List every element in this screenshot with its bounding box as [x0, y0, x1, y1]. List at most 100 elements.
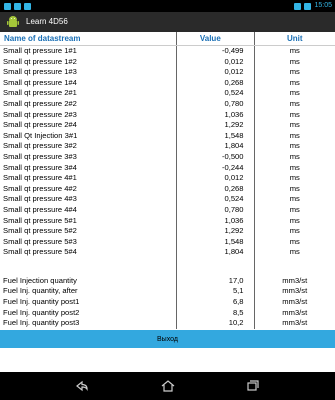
row-unit: ms	[253, 109, 335, 121]
back-icon[interactable]	[74, 378, 90, 394]
table-row: Small qt pressure 4#2 0,268 ms	[0, 183, 335, 195]
row-unit: mm3/st	[253, 275, 335, 287]
row-unit: ms	[253, 215, 335, 227]
table-row: Small qt pressure 4#4 0,780 ms	[0, 204, 335, 216]
row-name: Small qt pressure 4#3	[3, 194, 77, 204]
row-unit: mm3/st	[253, 297, 335, 308]
row-name: Small qt pressure 1#1	[3, 46, 77, 55]
android-app-icon[interactable]	[6, 15, 20, 29]
table-row: Small Qt Injection 3#1 1,548 ms	[0, 130, 335, 142]
row-name: Small qt pressure 5#1	[3, 215, 77, 225]
row-value: -0,244	[176, 162, 254, 174]
row-value: 1,292	[176, 226, 254, 237]
row-name: Small qt pressure 3#2	[3, 141, 77, 151]
table-row: Small qt pressure 5#3 1,548 ms	[0, 236, 335, 248]
table-row: Small qt pressure 5#2 1,292 ms	[0, 226, 335, 237]
wifi-icon	[294, 2, 302, 10]
row-value: 0,012	[176, 173, 254, 184]
table-row: Small qt pressure 4#3 0,524 ms	[0, 194, 335, 205]
row-unit: ms	[253, 162, 335, 174]
row-name: Small qt pressure 3#3	[3, 151, 77, 161]
table-row: Fuel Injection quantity 17,0 mm3/st	[0, 275, 335, 287]
table-row: Small qt pressure 4#1 0,012 ms	[0, 173, 335, 184]
row-value: 1,036	[176, 215, 254, 227]
row-unit: mm3/st	[253, 318, 335, 329]
row-unit: mm3/st	[253, 307, 335, 319]
row-value: 0,780	[176, 204, 254, 216]
row-unit: ms	[253, 141, 335, 152]
row-unit: mm3/st	[253, 286, 335, 298]
datastream-table: Name of datastream Value Unit Small qt p…	[0, 32, 335, 329]
recent-apps-icon[interactable]	[245, 378, 261, 394]
table-row: Small qt pressure 1#2 0,012 ms	[0, 56, 335, 68]
row-value: 0,012	[176, 56, 254, 68]
row-unit: ms	[253, 194, 335, 205]
row-unit: ms	[253, 67, 335, 78]
row-value: 10,2	[176, 318, 254, 329]
table-row: Small qt pressure 2#3 1,036 ms	[0, 109, 335, 121]
table-row: Small qt pressure 2#4 1,292 ms	[0, 120, 335, 131]
row-value: 0,524	[176, 88, 254, 99]
table-row: Fuel Inj. quantity, after 5,1 mm3/st	[0, 286, 335, 298]
row-name: Small qt pressure 1#2	[3, 56, 77, 66]
header-unit: Unit	[253, 32, 335, 46]
row-name: Fuel Inj. quantity post2	[3, 307, 80, 317]
table-row: Small qt pressure 1#3 0,012 ms	[0, 67, 335, 78]
table-row: Small qt pressure 2#2 0,780 ms	[0, 98, 335, 110]
row-name: Small qt pressure 5#4	[3, 247, 77, 257]
row-value: -0,499	[176, 45, 254, 57]
row-name: Small qt pressure 2#3	[3, 109, 77, 119]
table-row: Small qt pressure 1#1 -0,499 ms	[0, 45, 335, 57]
row-value: 0,780	[176, 98, 254, 110]
row-name: Small qt pressure 3#4	[3, 162, 77, 172]
row-unit: ms	[253, 183, 335, 195]
row-unit: ms	[253, 77, 335, 89]
row-value: 1,548	[176, 130, 254, 142]
home-icon[interactable]	[160, 378, 176, 394]
table-row: Fuel Inj. quantity post2 8,5 mm3/st	[0, 307, 335, 319]
row-unit: ms	[253, 130, 335, 142]
row-value: 1,804	[176, 247, 254, 258]
row-unit: ms	[253, 45, 335, 57]
content-bottom-area	[0, 348, 335, 372]
row-value: -0,500	[176, 151, 254, 163]
row-name: Small Qt Injection 3#1	[3, 130, 78, 140]
row-unit: ms	[253, 247, 335, 258]
row-name: Fuel Inj. quantity post3	[3, 318, 80, 328]
table-header-row: Name of datastream Value Unit	[0, 32, 335, 46]
row-unit: ms	[253, 98, 335, 110]
status-bar: 15:05	[0, 0, 335, 12]
row-value: 17,0	[176, 275, 254, 287]
row-name: Fuel Inj. quantity, after	[3, 286, 78, 296]
row-value: 1,804	[176, 141, 254, 152]
row-unit: ms	[253, 204, 335, 216]
table-row: Small qt pressure 3#4 -0,244 ms	[0, 162, 335, 174]
row-name: Small qt pressure 4#2	[3, 183, 77, 193]
row-unit: ms	[253, 88, 335, 99]
exit-button[interactable]: Выход	[0, 330, 335, 348]
row-name: Small qt pressure 2#1	[3, 88, 77, 98]
table-row: Fuel Inj. quantity post1 6,8 mm3/st	[0, 297, 335, 308]
notification-icon	[24, 2, 31, 10]
table-spacer-row	[0, 257, 335, 276]
row-value: 0,012	[176, 67, 254, 78]
row-unit: ms	[253, 120, 335, 131]
row-unit: ms	[253, 226, 335, 237]
row-value: 1,548	[176, 236, 254, 248]
status-time: 15:05	[314, 2, 332, 9]
action-bar: Learn 4D56	[0, 12, 335, 32]
row-value: 0,268	[176, 183, 254, 195]
notification-icon	[14, 2, 21, 10]
notification-icon	[4, 2, 11, 10]
table-row: Small qt pressure 2#1 0,524 ms	[0, 88, 335, 99]
row-name: Small qt pressure 5#2	[3, 226, 77, 236]
row-value: 0,268	[176, 77, 254, 89]
navigation-bar	[0, 372, 335, 400]
row-value: 0,524	[176, 194, 254, 205]
battery-icon	[304, 2, 312, 10]
row-name: Small qt pressure 5#3	[3, 236, 77, 246]
app-title: Learn 4D56	[26, 17, 68, 26]
row-value: 6,8	[176, 297, 254, 308]
row-unit: ms	[253, 151, 335, 163]
row-unit: ms	[253, 236, 335, 248]
